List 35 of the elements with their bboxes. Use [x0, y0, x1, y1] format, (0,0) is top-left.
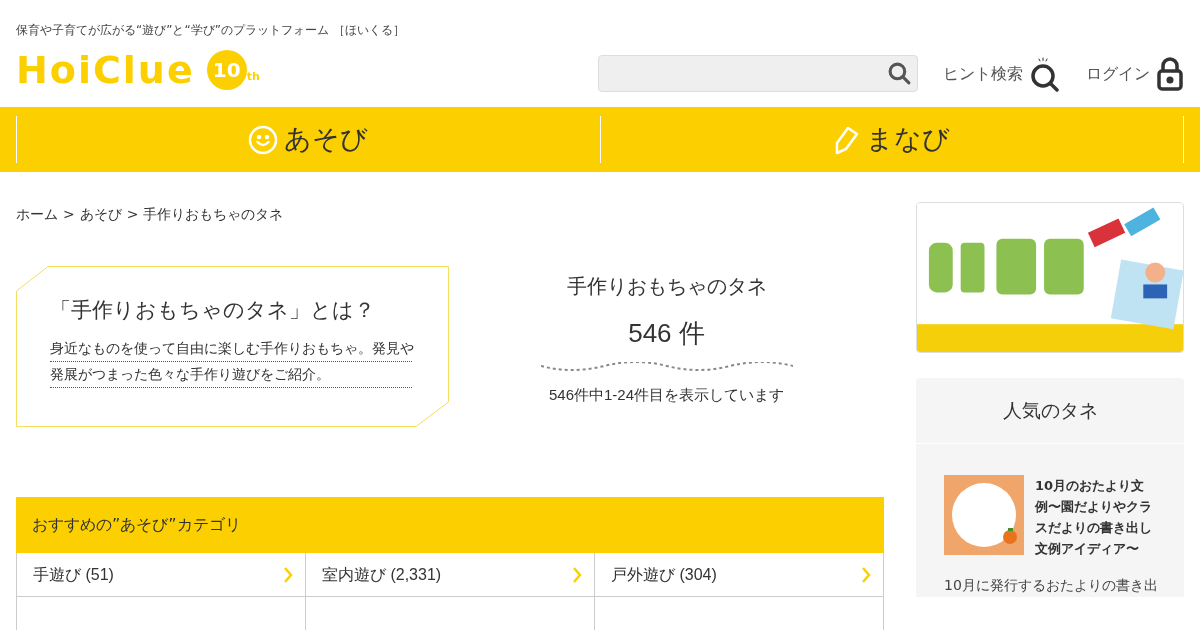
nav-tab[interactable]: あそび: [16, 116, 600, 163]
breadcrumb-current-page: 手作りおもちゃのタネ: [143, 205, 284, 224]
intro-text-line: 身近なものを使って自由に楽しむ手作りおもちゃ。発見や: [50, 336, 412, 362]
category-heading: おすすめの”あそび”カテゴリ: [32, 514, 241, 536]
search-icon: [1029, 55, 1061, 92]
article-link[interactable]: 10月のおたより文例〜園だよりやクラスだよりの書き出し文例アイディア〜: [1035, 475, 1155, 559]
search-icon: [887, 61, 912, 86]
page-title: 手作りおもちゃのタネ: [566, 273, 767, 300]
smiley-icon: [248, 124, 279, 155]
intro-title: 「手作りおもちゃのタネ」とは？: [50, 297, 376, 324]
anniversary-suffix: th: [246, 71, 260, 82]
nav-tab[interactable]: まなび: [599, 116, 1184, 163]
pencil-icon: [833, 124, 860, 155]
result-range: 546件中1-24件目を表示しています: [548, 385, 785, 405]
category-link[interactable]: 戸外遊び (304): [595, 553, 884, 597]
breadcrumb-link[interactable]: ホーム: [16, 202, 58, 226]
popular-heading: 人気のタネ: [1002, 398, 1098, 424]
chevron-right-icon: [861, 566, 871, 583]
chevron-right-icon: [572, 566, 582, 583]
category-link[interactable]: 手遊び (51): [17, 553, 306, 597]
lock-icon: [1156, 56, 1184, 91]
chevron-right-icon: [283, 566, 293, 583]
article-excerpt: 10月に発行するおたよりの書き出: [944, 576, 1156, 595]
breadcrumb-separator: >: [63, 205, 75, 224]
breadcrumb-link[interactable]: あそび: [79, 202, 122, 226]
tagline: 保育や子育てが広がる“遊び”と“学び”のプラットフォーム ［ほいくる］: [16, 22, 405, 39]
intro-text-line: 発展がつまった色々な手作り遊びをご紹介。: [50, 362, 412, 388]
logo-wordmark: HoiClue: [16, 51, 195, 89]
login-link[interactable]: ログイン: [1086, 56, 1184, 91]
result-count: 546 件: [628, 317, 705, 350]
hint-search-link[interactable]: ヒント検索: [943, 55, 1061, 92]
category-link[interactable]: 室内遊び (2,331): [306, 553, 595, 597]
breadcrumb-separator: >: [126, 205, 139, 224]
anniversary-badge: 10: [206, 50, 247, 90]
search-field[interactable]: [598, 55, 918, 92]
